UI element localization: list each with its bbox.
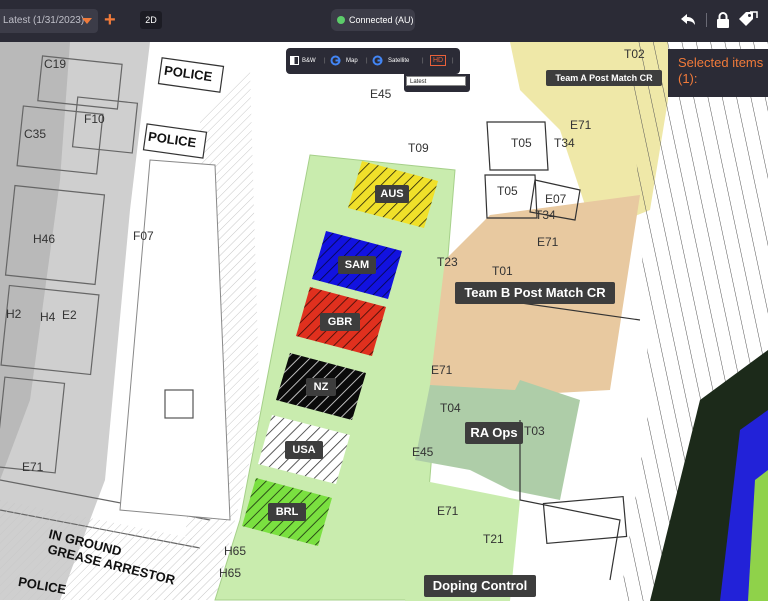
room-label: T05	[497, 184, 518, 198]
version-select[interactable]: Latest (1/31/2023)	[0, 9, 98, 33]
room-label: E2	[62, 308, 77, 322]
room-label: T21	[483, 532, 504, 546]
view-mode-button[interactable]: 2D	[140, 11, 162, 29]
room-label: H2	[6, 307, 22, 321]
lock-icon[interactable]	[713, 10, 733, 30]
layer-version-panel: Latest	[404, 74, 470, 92]
zone-label-nz[interactable]: NZ	[306, 378, 336, 396]
selected-items-panel: Selected items (1):	[668, 49, 768, 97]
room-label: E71	[22, 460, 44, 474]
bw-icon	[290, 56, 299, 65]
layer-hd-button[interactable]: HD	[430, 55, 447, 66]
zone-label-sam[interactable]: SAM	[338, 256, 376, 274]
google-icon	[330, 55, 341, 66]
room-label: H65	[224, 544, 247, 558]
room-label: E45	[412, 445, 434, 459]
zone-label-team-b[interactable]: Team B Post Match CR	[455, 282, 615, 304]
zone-label-gbr[interactable]: GBR	[320, 313, 360, 331]
room-label: H65	[219, 566, 242, 580]
room-label: E45	[370, 87, 392, 101]
floor-plan-drawing	[0, 42, 768, 601]
chevron-down-icon	[82, 18, 92, 24]
room-label: F07	[133, 229, 154, 243]
room-label: T04	[440, 401, 461, 415]
zone-label-aus[interactable]: AUS	[375, 185, 409, 203]
room-label: T01	[492, 264, 513, 278]
toolbar-divider	[706, 13, 707, 27]
top-toolbar: Latest (1/31/2023) + 2D Connected (AU)	[0, 0, 768, 42]
room-label: E71	[537, 235, 559, 249]
layer-bw-button[interactable]: B&W	[302, 56, 316, 66]
room-label: T02	[624, 47, 645, 61]
room-label: C19	[44, 57, 67, 71]
connection-label: Connected (AU)	[349, 15, 414, 25]
google-icon	[372, 55, 383, 66]
selected-items-title: Selected items	[678, 55, 764, 70]
layer-map-button[interactable]: Map	[346, 56, 358, 66]
undo-icon[interactable]	[678, 10, 698, 30]
tags-icon[interactable]	[737, 10, 761, 30]
zone-label-ra-ops[interactable]: RA Ops	[465, 422, 523, 444]
room-label: T34	[535, 208, 556, 222]
zone-label-doping-control[interactable]: Doping Control	[424, 575, 536, 597]
room-label: E71	[431, 363, 453, 377]
room-label: T23	[437, 255, 458, 269]
room-label: E71	[570, 118, 592, 132]
selected-items-count: (1):	[678, 71, 698, 86]
zone-label-brl[interactable]: BRL	[268, 503, 306, 521]
room-label: F10	[84, 112, 105, 126]
room-label: T05	[511, 136, 532, 150]
layer-satellite-button[interactable]: Satellite	[388, 56, 409, 66]
map-layer-toolbar: B&W | Map | Satellite | HD |	[286, 48, 460, 74]
layer-version-select[interactable]: Latest	[406, 76, 466, 86]
room-label: E07	[545, 192, 567, 206]
floor-plan-map[interactable]: C19 POLICE POLICE C35 F10 F07 H46 H2 H4 …	[0, 42, 768, 601]
room-label: H46	[33, 232, 56, 246]
room-label: T03	[524, 424, 545, 438]
room-label: T34	[554, 136, 575, 150]
zone-label-usa[interactable]: USA	[285, 441, 323, 459]
room-label: H4	[40, 310, 56, 324]
room-label: T09	[408, 141, 429, 155]
room-label: E71	[437, 504, 459, 518]
room-label: C35	[24, 127, 47, 141]
connection-status: Connected (AU)	[331, 9, 415, 31]
zone-label-team-a[interactable]: Team A Post Match CR	[546, 70, 662, 86]
version-label: Latest (1/31/2023)	[3, 15, 85, 26]
plus-icon[interactable]: +	[104, 8, 116, 32]
status-dot-icon	[337, 16, 345, 24]
